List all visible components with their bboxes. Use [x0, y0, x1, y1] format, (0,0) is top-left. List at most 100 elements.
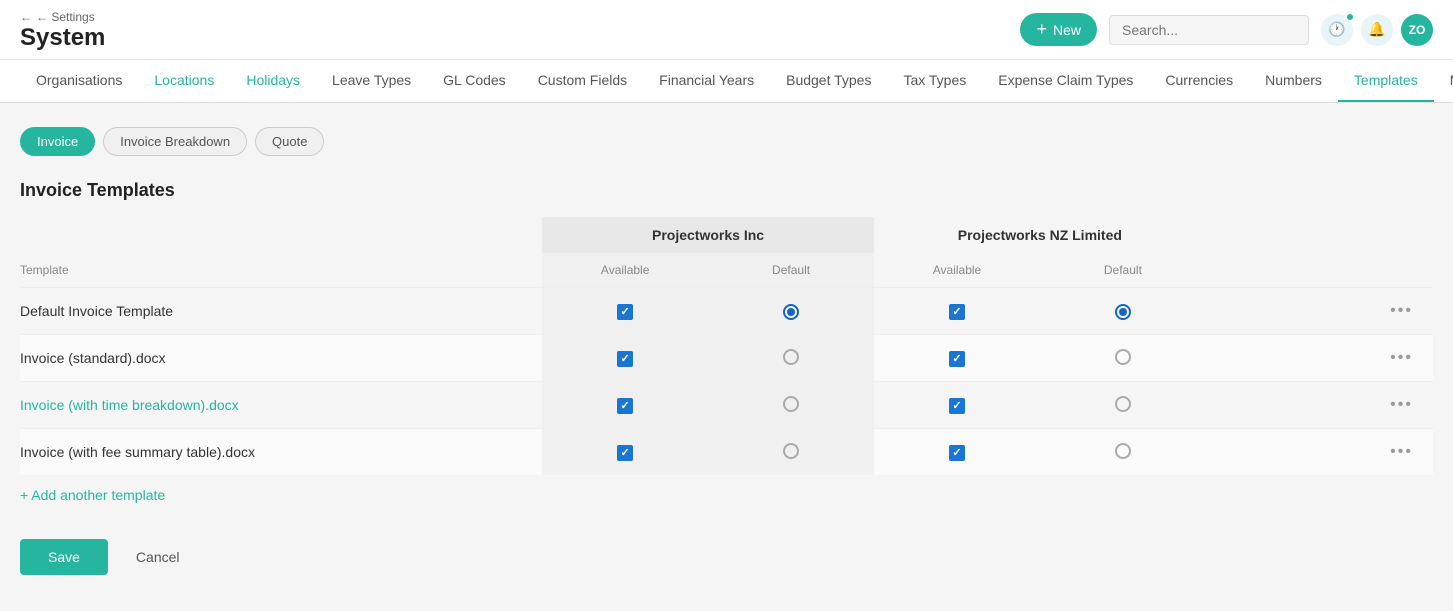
table-row: Invoice (standard).docx •••	[20, 335, 1433, 382]
row-menu-button[interactable]: •••	[1382, 392, 1421, 418]
col-header-row: Template Available Default Available Def…	[20, 253, 1433, 288]
tab-organisations[interactable]: Organisations	[20, 60, 138, 102]
org2-available-cell	[874, 288, 1040, 335]
org1-available-cell	[542, 335, 708, 382]
template-name: Invoice (with fee summary table).docx	[20, 444, 255, 460]
row-menu-button[interactable]: •••	[1382, 298, 1421, 324]
template-name-cell: Invoice (with fee summary table).docx	[20, 429, 542, 476]
bell-icon-button[interactable]: 🔔	[1361, 14, 1393, 46]
radio-empty[interactable]	[1115, 443, 1131, 459]
tab-custom-fields[interactable]: Custom Fields	[522, 60, 643, 102]
checkbox-checked[interactable]	[617, 445, 633, 461]
section-title: Invoice Templates	[20, 180, 1433, 201]
template-name-cell: Invoice (with time breakdown).docx	[20, 382, 542, 429]
add-template-button[interactable]: + Add another template	[20, 475, 165, 515]
tab-locations[interactable]: Locations	[138, 60, 230, 102]
org2-default-cell	[1040, 288, 1206, 335]
tab-financial-years[interactable]: Financial Years	[643, 60, 770, 102]
nav-tabs: Organisations Locations Holidays Leave T…	[0, 60, 1453, 103]
org1-default-cell	[708, 288, 874, 335]
tab-gl-codes[interactable]: GL Codes	[427, 60, 522, 102]
tab-holidays[interactable]: Holidays	[230, 60, 316, 102]
radio-empty[interactable]	[783, 443, 799, 459]
template-name[interactable]: Invoice (with time breakdown).docx	[20, 397, 239, 413]
header-icons: 🕐 🔔 ZO	[1321, 14, 1433, 46]
new-button[interactable]: + New	[1020, 13, 1097, 46]
tab-more[interactable]: More...	[1434, 60, 1453, 102]
radio-empty[interactable]	[1115, 349, 1131, 365]
org1-default-cell	[708, 429, 874, 476]
col-spacer	[1206, 253, 1370, 288]
tab-expense-claim-types[interactable]: Expense Claim Types	[982, 60, 1149, 102]
checkbox-checked[interactable]	[949, 445, 965, 461]
table-row: Default Invoice Template •••	[20, 288, 1433, 335]
actions-col-empty	[1206, 217, 1370, 253]
row-menu-button[interactable]: •••	[1382, 345, 1421, 371]
org2-available-cell	[874, 335, 1040, 382]
org1-available-cell	[542, 382, 708, 429]
save-button[interactable]: Save	[20, 539, 108, 575]
col-template-label: Template	[20, 253, 542, 288]
search-input[interactable]	[1109, 15, 1309, 45]
checkbox-checked[interactable]	[617, 398, 633, 414]
tab-currencies[interactable]: Currencies	[1149, 60, 1249, 102]
header: ← ← Settings System + New 🕐 🔔 ZO	[0, 0, 1453, 60]
radio-empty[interactable]	[783, 349, 799, 365]
plus-icon: +	[1036, 19, 1047, 40]
avatar-button[interactable]: ZO	[1401, 14, 1433, 46]
org2-default-cell	[1040, 382, 1206, 429]
ellipsis-cell: •••	[1370, 429, 1433, 476]
spacer-cell	[1206, 335, 1370, 382]
sub-tab-quote[interactable]: Quote	[255, 127, 324, 156]
col-ellipsis	[1370, 253, 1433, 288]
spacer-cell	[1206, 288, 1370, 335]
back-label: ← Settings	[36, 10, 95, 24]
page-title: System	[20, 26, 105, 50]
radio-empty[interactable]	[783, 396, 799, 412]
sub-tab-invoice-breakdown[interactable]: Invoice Breakdown	[103, 127, 247, 156]
col-org1-default: Default	[708, 253, 874, 288]
template-col-empty	[20, 217, 542, 253]
spacer-cell	[1206, 382, 1370, 429]
org1-header: Projectworks Inc	[542, 217, 874, 253]
template-name-cell: Default Invoice Template	[20, 288, 542, 335]
radio-selected[interactable]	[1115, 304, 1131, 320]
main-content: Invoice Invoice Breakdown Quote Invoice …	[0, 103, 1453, 599]
radio-selected[interactable]	[783, 304, 799, 320]
org1-default-cell	[708, 382, 874, 429]
bell-icon: 🔔	[1368, 21, 1385, 38]
tab-tax-types[interactable]: Tax Types	[887, 60, 982, 102]
sub-tab-invoice[interactable]: Invoice	[20, 127, 95, 156]
tab-leave-types[interactable]: Leave Types	[316, 60, 427, 102]
checkbox-checked[interactable]	[617, 304, 633, 320]
checkbox-checked[interactable]	[949, 304, 965, 320]
checkbox-checked[interactable]	[949, 351, 965, 367]
tab-budget-types[interactable]: Budget Types	[770, 60, 887, 102]
template-name: Default Invoice Template	[20, 303, 173, 319]
org1-available-cell	[542, 429, 708, 476]
ellipsis-cell: •••	[1370, 288, 1433, 335]
notification-badge	[1345, 12, 1355, 22]
clock-icon: 🕐	[1328, 21, 1345, 38]
cancel-button[interactable]: Cancel	[120, 539, 196, 575]
checkbox-checked[interactable]	[949, 398, 965, 414]
table-row: Invoice (with time breakdown).docx •••	[20, 382, 1433, 429]
template-name-cell: Invoice (standard).docx	[20, 335, 542, 382]
org2-header: Projectworks NZ Limited	[874, 217, 1206, 253]
org2-default-cell	[1040, 429, 1206, 476]
col-org2-default: Default	[1040, 253, 1206, 288]
tab-numbers[interactable]: Numbers	[1249, 60, 1338, 102]
checkbox-checked[interactable]	[617, 351, 633, 367]
action-buttons: Save Cancel	[20, 539, 1433, 575]
ellipsis-col-empty	[1370, 217, 1433, 253]
back-link[interactable]: ← ← Settings	[20, 10, 105, 24]
row-menu-button[interactable]: •••	[1382, 439, 1421, 465]
org1-available-cell	[542, 288, 708, 335]
new-button-label: New	[1053, 22, 1081, 38]
ellipsis-cell: •••	[1370, 382, 1433, 429]
tab-templates[interactable]: Templates	[1338, 60, 1434, 102]
radio-empty[interactable]	[1115, 396, 1131, 412]
header-left: ← ← Settings System	[20, 10, 105, 50]
ellipsis-cell: •••	[1370, 335, 1433, 382]
clock-icon-button[interactable]: 🕐	[1321, 14, 1353, 46]
